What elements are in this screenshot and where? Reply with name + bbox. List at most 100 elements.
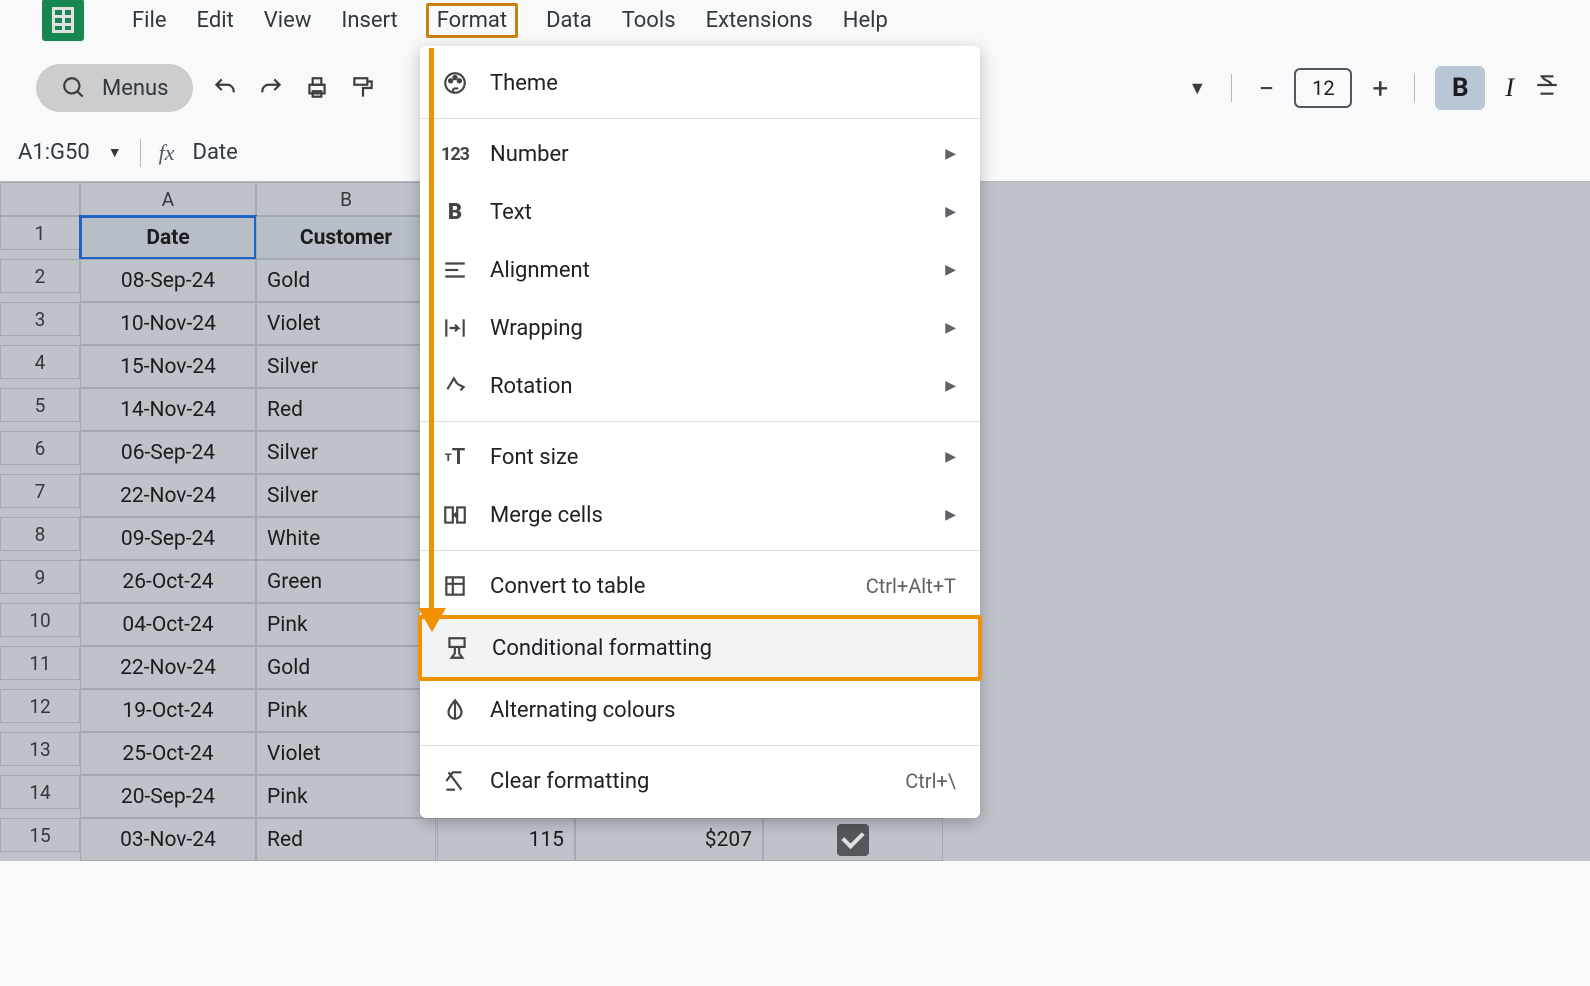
rotate-icon (440, 371, 470, 401)
name-box-value: A1:G50 (18, 140, 90, 165)
row-header[interactable]: 5 (0, 388, 80, 422)
row-header[interactable]: 3 (0, 302, 80, 336)
row-header[interactable]: 9 (0, 560, 80, 594)
sheets-app-icon[interactable] (42, 0, 84, 41)
format-menu-clear-formatting[interactable]: Clear formattingCtrl+\ (420, 752, 980, 810)
name-box[interactable]: A1:G50 ▼ (14, 140, 122, 165)
corner-cell[interactable] (0, 182, 80, 216)
menu-tools[interactable]: Tools (620, 4, 678, 37)
menu-edit[interactable]: Edit (195, 4, 236, 37)
cell-customer[interactable]: Pink (256, 689, 436, 732)
redo-icon[interactable] (257, 74, 285, 102)
cell-customer[interactable]: Red (256, 818, 436, 861)
cell-date[interactable]: 15-Nov-24 (80, 345, 256, 388)
cell-customer[interactable]: Gold (256, 646, 436, 689)
cell-customer[interactable]: Violet (256, 732, 436, 775)
col-header-B[interactable]: B (256, 182, 436, 216)
condfmt-icon (442, 633, 472, 663)
font-size-decrease[interactable]: − (1252, 72, 1280, 105)
format-menu-theme[interactable]: Theme (420, 54, 980, 112)
format-menu-rotation[interactable]: Rotation▶ (420, 357, 980, 415)
paint-format-icon[interactable] (349, 74, 377, 102)
submenu-caret-icon: ▶ (945, 320, 956, 336)
menu-extensions[interactable]: Extensions (704, 4, 815, 37)
formula-value[interactable]: Date (193, 140, 238, 165)
cell-date[interactable]: 22-Nov-24 (80, 646, 256, 689)
clear-icon (440, 766, 470, 796)
row-header[interactable]: 11 (0, 646, 80, 680)
strikethrough-button[interactable] (1534, 72, 1560, 105)
menu-label: Clear formatting (490, 769, 649, 794)
cell-customer[interactable]: Pink (256, 603, 436, 646)
cell-customer[interactable]: Silver (256, 474, 436, 517)
menu-view[interactable]: View (262, 4, 314, 37)
format-menu-alternating-colours[interactable]: Alternating colours (420, 681, 980, 739)
cell-value[interactable]: 115 (437, 818, 575, 861)
row-header[interactable]: 4 (0, 345, 80, 379)
cell-header-date[interactable]: Date (80, 216, 256, 259)
format-menu-wrapping[interactable]: Wrapping▶ (420, 299, 980, 357)
cell-date[interactable]: 06-Sep-24 (80, 431, 256, 474)
format-menu-text[interactable]: BText▶ (420, 183, 980, 241)
cell-customer[interactable]: Red (256, 388, 436, 431)
row-header[interactable]: 13 (0, 732, 80, 766)
format-menu-font-size[interactable]: тTFont size▶ (420, 428, 980, 486)
cell-date[interactable]: 19-Oct-24 (80, 689, 256, 732)
format-menu-number[interactable]: 123Number▶ (420, 125, 980, 183)
cell-date[interactable]: 04-Oct-24 (80, 603, 256, 646)
cell-total[interactable]: $207 (575, 818, 763, 861)
cell-date[interactable]: 26-Oct-24 (80, 560, 256, 603)
font-dropdown-caret-icon[interactable]: ▼ (1183, 74, 1211, 102)
checkbox[interactable] (837, 824, 869, 856)
cell-customer[interactable]: White (256, 517, 436, 560)
cell-date[interactable]: 20-Sep-24 (80, 775, 256, 818)
cell-date[interactable]: 10-Nov-24 (80, 302, 256, 345)
format-menu-convert-to-table[interactable]: Convert to tableCtrl+Alt+T (420, 557, 980, 615)
cell-customer[interactable]: Violet (256, 302, 436, 345)
cell-customer[interactable]: Silver (256, 345, 436, 388)
menubar: File Edit View Insert Format Data Tools … (0, 0, 1590, 46)
bold-button[interactable]: B (1435, 66, 1485, 110)
cell-date[interactable]: 22-Nov-24 (80, 474, 256, 517)
font-size-value[interactable]: 12 (1294, 68, 1352, 108)
cell-customer[interactable]: Green (256, 560, 436, 603)
italic-button[interactable]: I (1505, 73, 1514, 103)
row-header[interactable]: 12 (0, 689, 80, 723)
format-menu-conditional-formatting[interactable]: Conditional formatting (422, 619, 978, 677)
menus-search[interactable]: Menus (36, 64, 193, 112)
row-header[interactable]: 10 (0, 603, 80, 637)
col-header-A[interactable]: A (80, 182, 256, 216)
cell-customer[interactable]: Silver (256, 431, 436, 474)
menu-format[interactable]: Format (426, 3, 518, 38)
cell-customer[interactable]: Gold (256, 259, 436, 302)
cell-date[interactable]: 09-Sep-24 (80, 517, 256, 560)
format-menu-alignment[interactable]: Alignment▶ (420, 241, 980, 299)
menu-label: Rotation (490, 374, 573, 399)
cell-finished[interactable] (763, 818, 943, 861)
row-header[interactable]: 7 (0, 474, 80, 508)
font-size-increase[interactable]: + (1366, 72, 1394, 105)
table-icon (440, 571, 470, 601)
menu-insert[interactable]: Insert (339, 4, 399, 37)
cell-date[interactable]: 03-Nov-24 (80, 818, 256, 861)
menu-label: Convert to table (490, 574, 645, 599)
row-header[interactable]: 6 (0, 431, 80, 465)
format-menu-merge-cells[interactable]: Merge cells▶ (420, 486, 980, 544)
cell-header-customer[interactable]: Customer (256, 216, 436, 259)
cell-date[interactable]: 14-Nov-24 (80, 388, 256, 431)
row-header[interactable]: 8 (0, 517, 80, 551)
row-header[interactable]: 14 (0, 775, 80, 809)
submenu-caret-icon: ▶ (945, 262, 956, 278)
row-header[interactable]: 15 (0, 818, 80, 852)
row-header[interactable]: 1 (0, 216, 80, 250)
cell-date[interactable]: 08-Sep-24 (80, 259, 256, 302)
menu-file[interactable]: File (130, 4, 169, 37)
fontsize-icon: тT (440, 442, 470, 472)
undo-icon[interactable] (211, 74, 239, 102)
cell-date[interactable]: 25-Oct-24 (80, 732, 256, 775)
cell-customer[interactable]: Pink (256, 775, 436, 818)
print-icon[interactable] (303, 74, 331, 102)
row-header[interactable]: 2 (0, 259, 80, 293)
menu-help[interactable]: Help (841, 4, 890, 37)
menu-data[interactable]: Data (544, 4, 594, 37)
